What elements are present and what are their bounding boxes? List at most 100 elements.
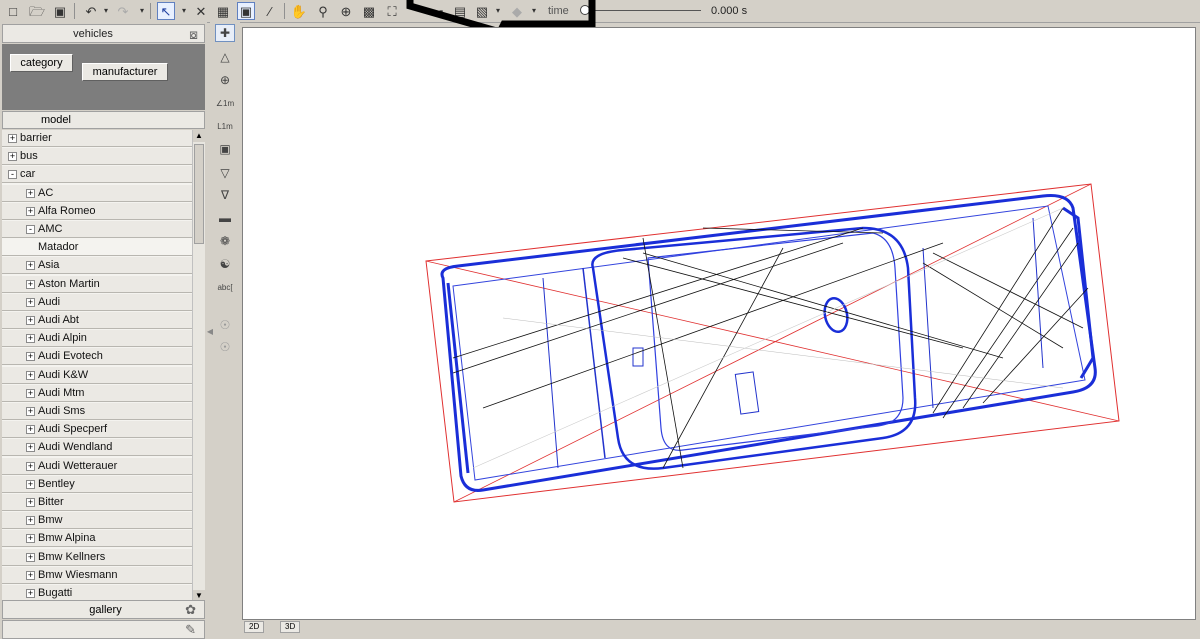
gallery-icon: ✿ bbox=[185, 602, 196, 617]
category-sort-button[interactable]: category bbox=[10, 54, 73, 72]
gallery-add-icon[interactable]: ☉ bbox=[215, 316, 235, 334]
expand-icon[interactable]: + bbox=[26, 570, 35, 580]
target-tool-icon[interactable]: ⊕ bbox=[215, 71, 235, 89]
expand-icon[interactable]: + bbox=[26, 334, 35, 344]
expand-icon[interactable]: + bbox=[26, 425, 35, 435]
tree-row[interactable]: + AC bbox=[2, 184, 192, 202]
ruler-tool-icon[interactable]: ▬ bbox=[215, 209, 235, 227]
expand-icon[interactable]: + bbox=[26, 297, 35, 307]
tree-row[interactable]: + Audi K&W bbox=[2, 366, 192, 384]
zoom-extents-icon[interactable]: ▩ bbox=[360, 2, 378, 20]
undo-icon[interactable]: ↶ bbox=[82, 2, 100, 20]
expand-icon[interactable]: + bbox=[26, 370, 35, 380]
expand-icon[interactable]: + bbox=[26, 388, 35, 398]
pan-hand-icon[interactable]: ✋ bbox=[290, 2, 308, 20]
expand-icon[interactable]: + bbox=[26, 479, 35, 489]
tab-2d[interactable]: 2D bbox=[244, 621, 265, 633]
undo-dropdown-icon[interactable]: ▾ bbox=[102, 2, 110, 20]
zoom-window-icon[interactable]: ⊕ bbox=[337, 2, 355, 20]
tree-row[interactable]: + Bmw Kellners bbox=[2, 548, 192, 566]
expand-icon[interactable]: + bbox=[26, 352, 35, 362]
grid-icon[interactable]: ▦ bbox=[214, 2, 232, 20]
new-file-icon[interactable]: □ bbox=[4, 2, 22, 20]
text-tool-icon[interactable]: abc[ bbox=[215, 278, 235, 296]
collapse-icon[interactable]: - bbox=[8, 170, 17, 180]
tree-row-label: Audi Alpin bbox=[38, 332, 87, 345]
tree-row[interactable]: + Audi Specperf bbox=[2, 421, 192, 439]
open-folder-icon[interactable]: 🗁 bbox=[28, 2, 46, 20]
expand-icon[interactable]: + bbox=[26, 589, 35, 598]
expand-icon[interactable]: + bbox=[26, 443, 35, 453]
gallery-panel-header[interactable]: gallery ✿ bbox=[2, 600, 205, 619]
tree-row[interactable]: + Bitter bbox=[2, 494, 192, 511]
tree-row[interactable]: + Audi Wendland bbox=[2, 439, 192, 457]
tree-row[interactable]: + Asia bbox=[2, 257, 192, 275]
tree-row-label: Bugatti bbox=[38, 587, 73, 599]
zoom-icon[interactable]: ⚲ bbox=[314, 2, 332, 20]
redo-icon[interactable]: ↷ bbox=[114, 2, 132, 20]
expand-icon[interactable]: + bbox=[26, 534, 35, 544]
tab-3d[interactable]: 3D bbox=[280, 621, 301, 633]
expand-icon[interactable]: + bbox=[26, 206, 35, 216]
vehicles-panel-header[interactable]: vehicles ⧇ bbox=[2, 24, 205, 43]
save-icon[interactable]: ▣ bbox=[51, 2, 69, 20]
expand-icon[interactable]: + bbox=[8, 152, 17, 162]
crosshair-tool-icon[interactable]: ✚ bbox=[215, 24, 235, 42]
tree-row[interactable]: + Audi Wetterauer bbox=[2, 457, 192, 475]
tree-row[interactable]: Matador bbox=[2, 239, 192, 257]
tree-row[interactable]: + Bentley bbox=[2, 475, 192, 493]
tree-row[interactable]: + Bmw Alpina bbox=[2, 530, 192, 548]
tree-row[interactable]: + Alfa Romeo bbox=[2, 202, 192, 220]
delete-icon[interactable]: ✕ bbox=[192, 2, 210, 20]
expand-icon[interactable]: + bbox=[26, 407, 35, 416]
model-column-header[interactable]: model bbox=[2, 111, 205, 129]
comment-icon[interactable]: ▣ bbox=[237, 2, 255, 20]
tree-row[interactable]: + Audi Alpin bbox=[2, 330, 192, 348]
measure-angle-icon[interactable]: ∠1m bbox=[215, 94, 235, 112]
skid-tool-icon[interactable]: ∇ bbox=[215, 186, 235, 204]
person-tool-icon[interactable]: ☯ bbox=[215, 255, 235, 273]
perspective-tool-icon[interactable]: △ bbox=[215, 48, 235, 66]
wheel-tool-icon[interactable]: ❁ bbox=[215, 232, 235, 250]
tree-row[interactable]: + Bmw bbox=[2, 512, 192, 530]
scroll-thumb[interactable] bbox=[194, 144, 204, 244]
vertical-toolbar: ✚ △ ⊕ ∠1m L1m ▣ ▽ ∇ ▬ ❁ ☯ abc[ ☉ ☉ ◀ bbox=[207, 22, 240, 630]
redo-dropdown-icon[interactable]: ▾ bbox=[138, 2, 146, 20]
collapse-arrow-icon[interactable]: ◀ bbox=[206, 322, 214, 340]
tree-row[interactable]: + Audi Mtm bbox=[2, 384, 192, 402]
tree-row[interactable]: + Audi bbox=[2, 293, 192, 311]
image-tool-icon[interactable]: ▣ bbox=[215, 140, 235, 158]
manufacturer-sort-button[interactable]: manufacturer bbox=[82, 63, 168, 81]
line-tool-icon[interactable]: ∕ bbox=[261, 2, 279, 20]
collapse-icon[interactable]: - bbox=[26, 225, 35, 234]
gallery-remove-icon[interactable]: ☉ bbox=[215, 338, 235, 356]
tree-row-label: Asia bbox=[38, 259, 60, 272]
tree-row[interactable]: + Audi Evotech bbox=[2, 348, 192, 366]
measure-length-icon[interactable]: L1m bbox=[215, 117, 235, 135]
tree-row-label: Bmw bbox=[38, 514, 63, 527]
tree-row[interactable]: + Audi Sms bbox=[2, 403, 192, 420]
tree-row[interactable]: + Audi Abt bbox=[2, 312, 192, 329]
tree-row[interactable]: + barrier bbox=[2, 130, 192, 147]
expand-icon[interactable]: + bbox=[26, 498, 35, 507]
tree-row[interactable]: - car bbox=[2, 166, 192, 184]
select-cursor-icon[interactable]: ↖ bbox=[157, 2, 175, 20]
tree-scrollbar[interactable]: ▲ ▼ bbox=[192, 130, 205, 602]
time-value: 0.000 s bbox=[711, 5, 748, 17]
expand-icon[interactable]: + bbox=[8, 134, 17, 143]
triangle-tool-icon[interactable]: ▽ bbox=[215, 164, 235, 182]
expand-icon[interactable]: + bbox=[26, 261, 35, 271]
expand-icon[interactable]: + bbox=[26, 461, 35, 471]
scroll-up-icon[interactable]: ▲ bbox=[193, 130, 205, 142]
expand-icon[interactable]: + bbox=[26, 279, 35, 289]
tree-row[interactable]: + Bmw Wiesmann bbox=[2, 566, 192, 584]
tree-row[interactable]: + bus bbox=[2, 148, 192, 166]
tree-row[interactable]: + Aston Martin bbox=[2, 275, 192, 293]
expand-icon[interactable]: + bbox=[26, 188, 35, 198]
tree-row[interactable]: - AMC bbox=[2, 221, 192, 238]
expand-icon[interactable]: + bbox=[26, 316, 35, 325]
drawing-canvas[interactable] bbox=[242, 27, 1196, 620]
expand-icon[interactable]: + bbox=[26, 516, 35, 526]
select-dropdown-icon[interactable]: ▾ bbox=[180, 2, 188, 20]
expand-icon[interactable]: + bbox=[26, 552, 35, 562]
